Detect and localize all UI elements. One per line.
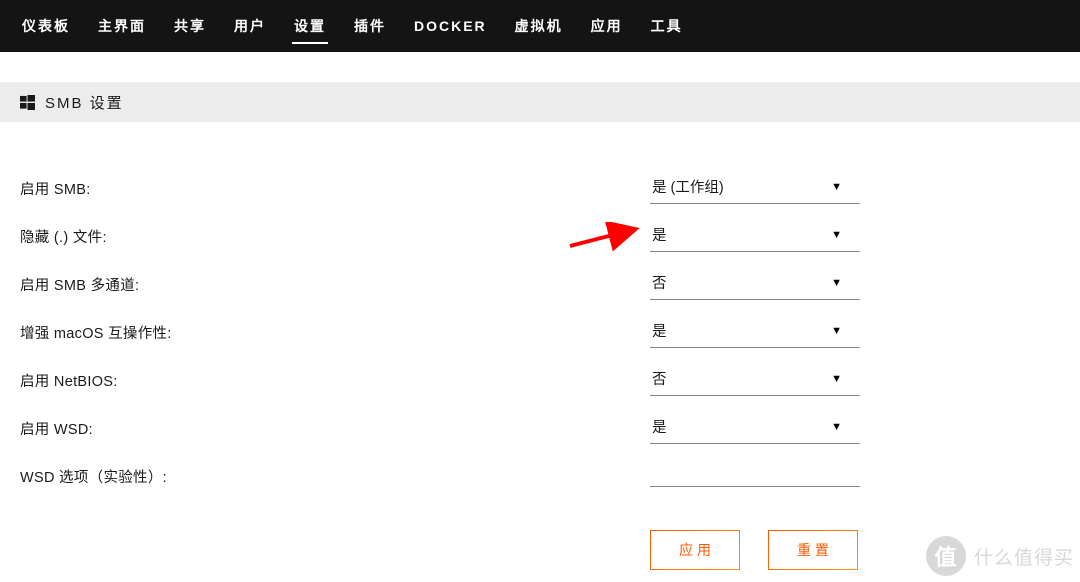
row-wsd: 启用 WSD: 是 ▼ [0,404,1080,452]
select-enable-smb[interactable]: 是 (工作组) ▼ [650,172,860,204]
select-wsd[interactable]: 是 ▼ [650,412,860,444]
chevron-down-icon: ▼ [831,277,842,289]
label-wsd: 启用 WSD: [20,418,650,439]
select-netbios[interactable]: 否 ▼ [650,364,860,396]
nav-main[interactable]: 主界面 [84,0,160,52]
select-value: 是 [652,416,667,437]
row-macos-interop: 增强 macOS 互操作性: 是 ▼ [0,308,1080,356]
apply-button[interactable]: 应用 [650,530,740,570]
nav-apps[interactable]: 应用 [577,0,637,52]
label-hide-dot-files: 隐藏 (.) 文件: [20,226,650,247]
watermark: 值 什么值得买 [926,536,1074,576]
select-value: 是 (工作组) [652,176,724,197]
top-nav: 仪表板 主界面 共享 用户 设置 插件 DOCKER 虚拟机 应用 工具 [0,0,1080,52]
input-wsd-options[interactable] [650,465,860,487]
select-value: 否 [652,368,667,389]
windows-icon [20,95,35,110]
chevron-down-icon: ▼ [831,421,842,433]
select-value: 是 [652,224,667,245]
row-hide-dot-files: 隐藏 (.) 文件: 是 ▼ [0,212,1080,260]
label-smb-multichannel: 启用 SMB 多通道: [20,274,650,295]
chevron-down-icon: ▼ [831,229,842,241]
label-wsd-options: WSD 选项（实验性）: [20,466,650,487]
label-enable-smb: 启用 SMB: [20,178,650,199]
select-macos-interop[interactable]: 是 ▼ [650,316,860,348]
chevron-down-icon: ▼ [831,373,842,385]
select-value: 是 [652,320,667,341]
label-macos-interop: 增强 macOS 互操作性: [20,322,650,343]
select-hide-dot-files[interactable]: 是 ▼ [650,220,860,252]
nav-docker[interactable]: DOCKER [400,2,501,50]
nav-settings[interactable]: 设置 [280,0,340,52]
chevron-down-icon: ▼ [831,181,842,193]
nav-plugins[interactable]: 插件 [340,0,400,52]
watermark-badge-icon: 值 [926,536,966,576]
nav-users[interactable]: 用户 [220,0,280,52]
watermark-text: 什么值得买 [974,543,1074,570]
row-netbios: 启用 NetBIOS: 否 ▼ [0,356,1080,404]
nav-dashboard[interactable]: 仪表板 [8,0,84,52]
select-smb-multichannel[interactable]: 否 ▼ [650,268,860,300]
nav-tools[interactable]: 工具 [637,0,697,52]
smb-settings-form: 启用 SMB: 是 (工作组) ▼ 隐藏 (.) 文件: 是 ▼ 启用 SMB … [0,122,1080,570]
nav-shares[interactable]: 共享 [160,0,220,52]
row-smb-multichannel: 启用 SMB 多通道: 否 ▼ [0,260,1080,308]
reset-button[interactable]: 重置 [768,530,858,570]
chevron-down-icon: ▼ [831,325,842,337]
nav-vms[interactable]: 虚拟机 [501,0,577,52]
section-header: SMB 设置 [0,82,1080,122]
row-wsd-options: WSD 选项（实验性）: [0,452,1080,500]
row-enable-smb: 启用 SMB: 是 (工作组) ▼ [0,164,1080,212]
section-title: SMB 设置 [45,92,124,113]
label-netbios: 启用 NetBIOS: [20,370,650,391]
select-value: 否 [652,272,667,293]
